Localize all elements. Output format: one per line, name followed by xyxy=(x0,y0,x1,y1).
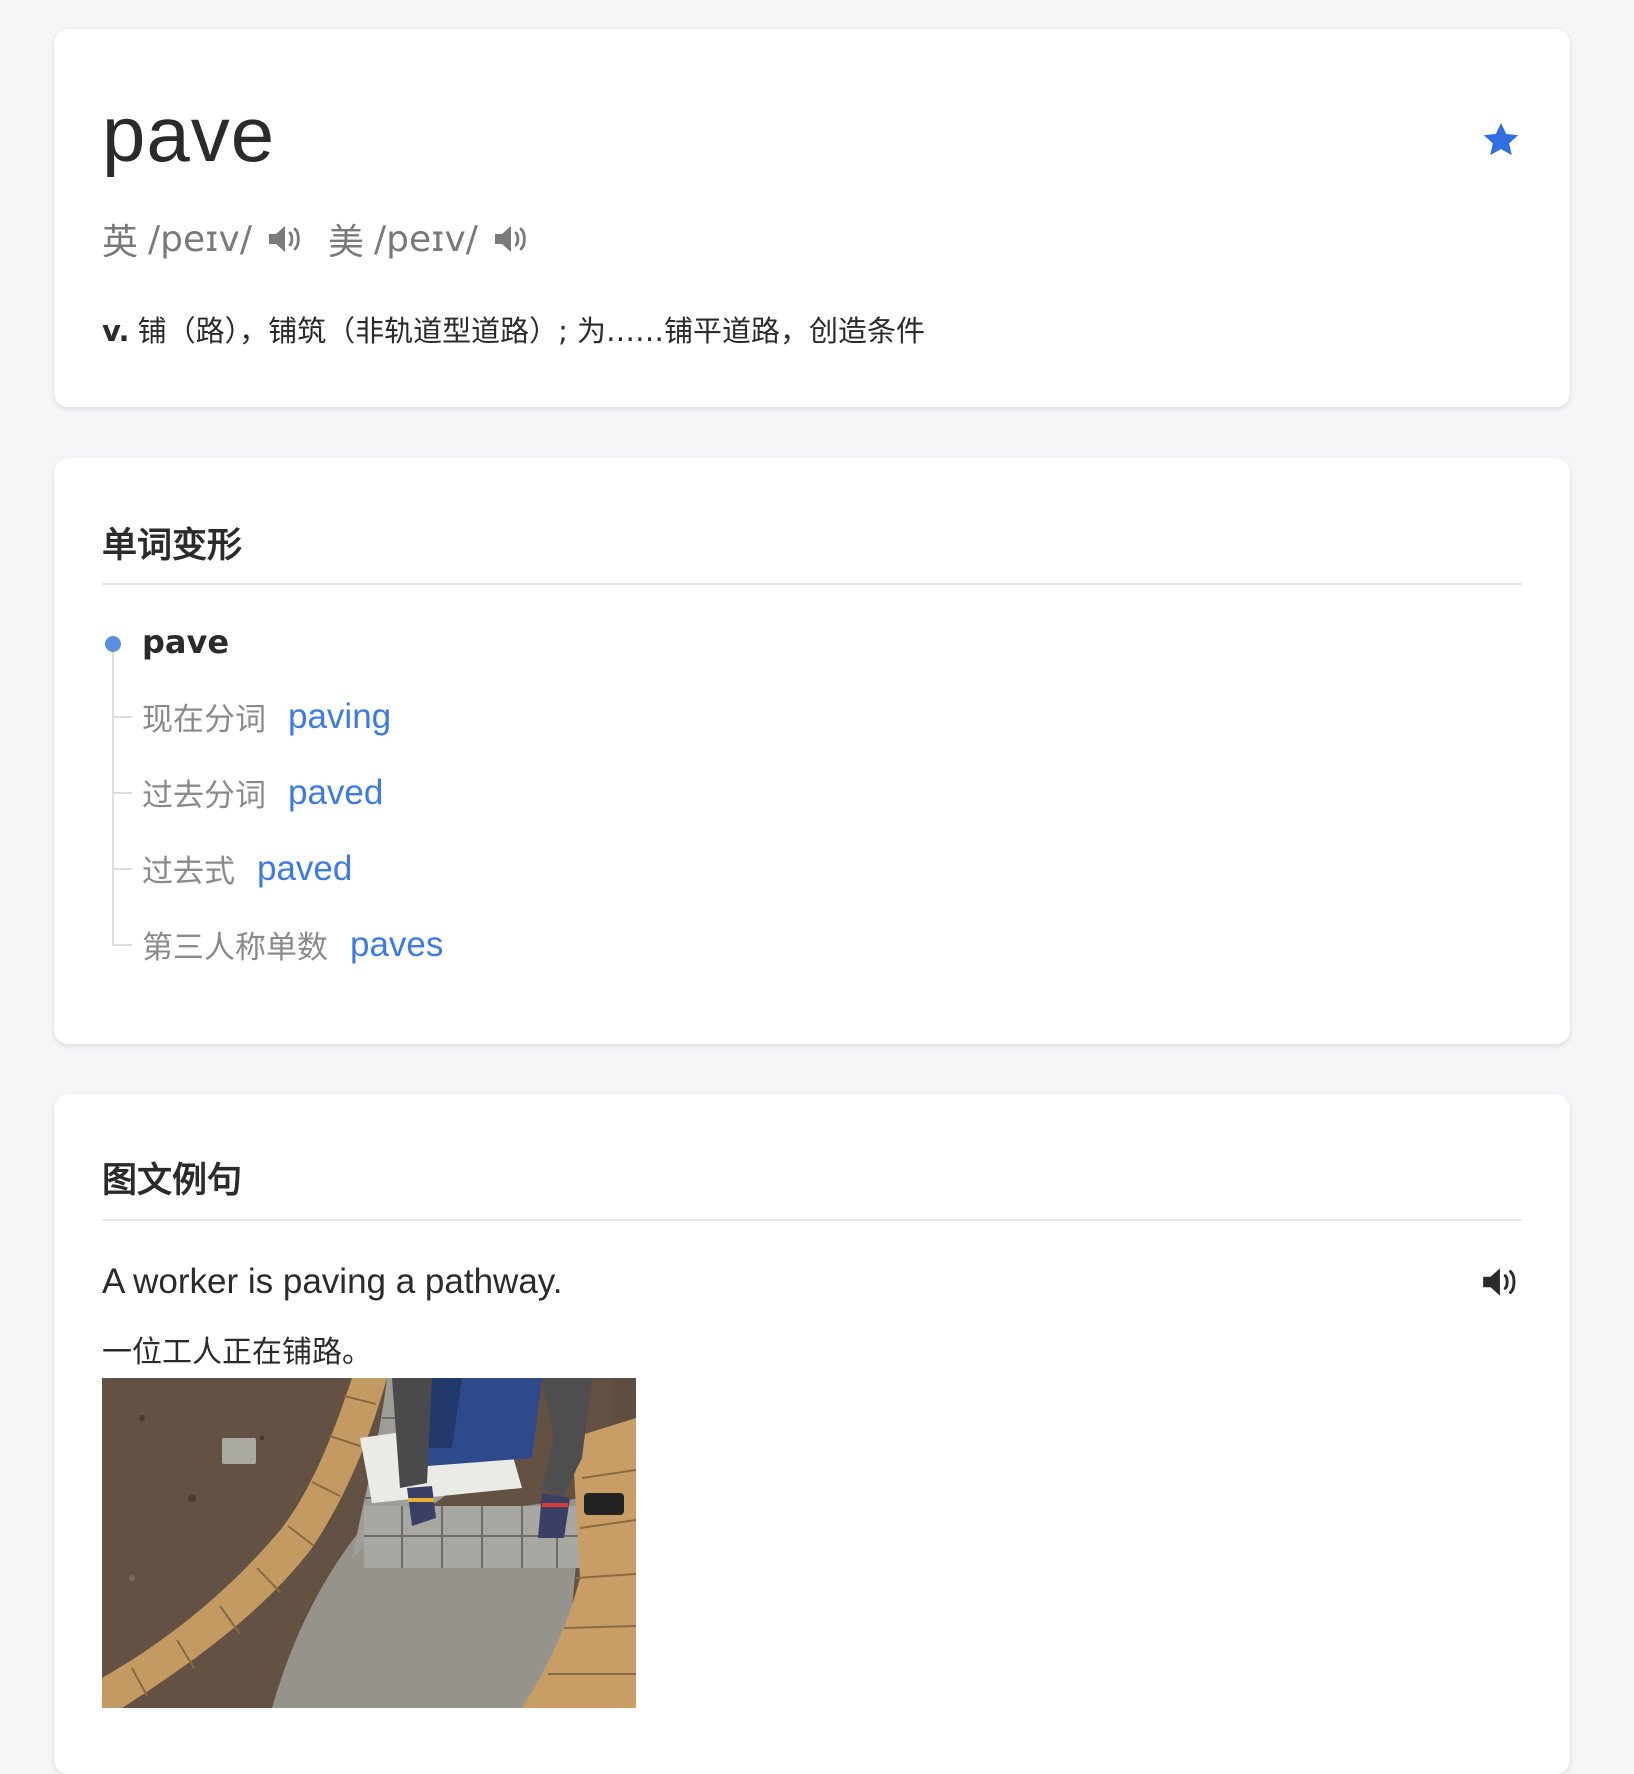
form-label: 过去式 xyxy=(142,854,235,890)
section-title-forms: 单词变形 xyxy=(102,526,243,566)
part-of-speech: v. xyxy=(102,314,130,348)
definition: v. 铺（路），铺筑（非轨道型道路）; 为……铺平道路，创造条件 xyxy=(102,308,925,350)
form-label: 过去分词 xyxy=(142,778,266,814)
example-sentence-en: A worker is paving a pathway. xyxy=(102,1262,563,1301)
form-link-paves[interactable]: paves xyxy=(350,925,443,965)
form-label: 现在分词 xyxy=(142,702,266,738)
uk-speaker-icon[interactable] xyxy=(266,222,306,256)
us-phonetic: /peɪv/ xyxy=(373,218,478,260)
uk-phonetic: /peɪv/ xyxy=(148,218,252,260)
tree-branch xyxy=(112,791,132,794)
form-label: 第三人称单数 xyxy=(142,930,328,966)
tree-bullet xyxy=(105,636,121,652)
tree-branch xyxy=(112,715,132,718)
example-speaker-icon[interactable] xyxy=(1480,1264,1522,1300)
divider xyxy=(102,583,1522,585)
word-forms-card: 单词变形 pave 现在分词 paving 过去分词 paved 过去式 pav… xyxy=(54,458,1570,1044)
form-row-present-participle: 现在分词 paving xyxy=(112,694,391,739)
definition-text: 铺（路），铺筑（非轨道型道路）; 为……铺平道路，创造条件 xyxy=(137,314,926,348)
form-row-past-participle: 过去分词 paved xyxy=(112,770,383,815)
section-title-examples: 图文例句 xyxy=(102,1161,243,1201)
example-photo xyxy=(102,1378,636,1708)
us-speaker-icon[interactable] xyxy=(492,222,532,256)
form-link-paved[interactable]: paved xyxy=(257,849,352,889)
base-form: pave xyxy=(142,623,230,661)
word-card: pave 英 /peɪv/ 美 /peɪv/ v. 铺（路），铺筑（非轨道型道路）… xyxy=(54,29,1570,407)
tree-branch xyxy=(112,867,132,870)
picture-examples-card: 图文例句 A worker is paving a pathway. 一位工人正… xyxy=(54,1094,1570,1774)
pronunciation-row: 英 /peɪv/ 美 /peɪv/ xyxy=(102,213,554,265)
form-row-past-tense: 过去式 paved xyxy=(112,846,352,891)
form-link-paved[interactable]: paved xyxy=(288,773,383,813)
divider xyxy=(102,1219,1522,1221)
form-link-paving[interactable]: paving xyxy=(288,697,391,737)
tree-branch xyxy=(112,943,132,946)
star-icon[interactable] xyxy=(1480,119,1522,161)
uk-label: 英 xyxy=(102,222,139,263)
example-sentence-zh: 一位工人正在铺路。 xyxy=(102,1335,372,1370)
form-row-third-person-singular: 第三人称单数 paves xyxy=(112,922,443,967)
headword: pave xyxy=(102,90,276,178)
us-label: 美 xyxy=(327,222,364,263)
